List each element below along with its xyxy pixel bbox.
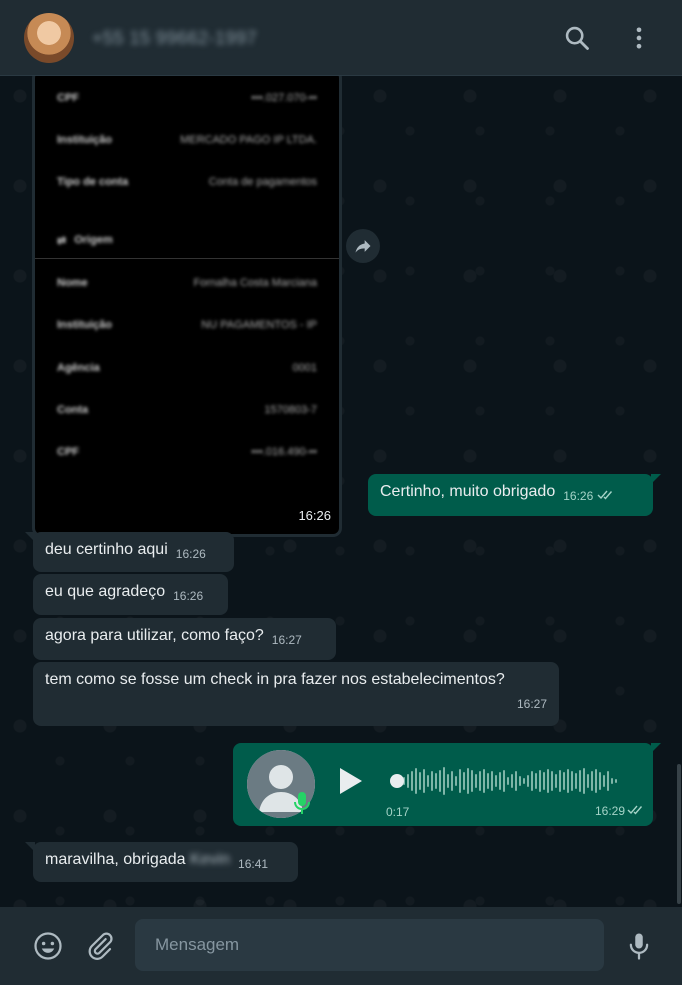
chat-header: +55 15 99662-1997 bbox=[0, 0, 682, 76]
menu-dots-icon[interactable] bbox=[625, 24, 653, 52]
chat-area: CPF •••.027.070-•• Instituição MERCADO PAG… bbox=[0, 76, 682, 907]
message-time: 16:29 bbox=[594, 804, 625, 818]
receipt-row: Instituição MERCADO PAGO IP LTDA. bbox=[57, 134, 317, 146]
blurred-name: Kevin bbox=[189, 851, 231, 868]
message-time: 16:27 bbox=[271, 633, 302, 647]
message-time: 16:26 bbox=[173, 589, 204, 603]
mic-icon[interactable] bbox=[624, 931, 654, 961]
chat-scrollbar[interactable] bbox=[677, 764, 681, 904]
receipt-row: Instituição NU PAGAMENTOS - IP bbox=[57, 319, 317, 331]
contact-name[interactable]: +55 15 99662-1997 bbox=[92, 28, 257, 49]
incoming-message[interactable]: eu que agradeço 16:26 bbox=[33, 574, 228, 615]
receipt-row: Agência 0001 bbox=[57, 362, 317, 374]
incoming-message[interactable]: deu certinho aqui 16:26 bbox=[25, 532, 234, 572]
message-input[interactable] bbox=[135, 919, 604, 971]
message-time: 16:41 bbox=[238, 857, 269, 871]
message-time: 16:26 bbox=[563, 489, 594, 503]
attach-icon[interactable] bbox=[85, 931, 115, 961]
search-icon[interactable] bbox=[563, 24, 591, 52]
contact-avatar[interactable] bbox=[24, 13, 74, 63]
mic-badge-icon bbox=[294, 792, 310, 814]
message-text: eu que agradeço bbox=[45, 583, 166, 600]
voice-waveform[interactable] bbox=[403, 763, 633, 799]
receipt-row: Conta 1570803-7 bbox=[57, 404, 317, 416]
receipt-origin-label: ⇄ Origem bbox=[57, 234, 113, 247]
outgoing-message[interactable]: Certinho, muito obrigado 16:26 bbox=[368, 474, 661, 516]
double-check-icon bbox=[597, 490, 613, 500]
receipt-divider bbox=[35, 258, 339, 259]
message-time: 16:26 bbox=[175, 547, 206, 561]
forward-button[interactable] bbox=[346, 229, 380, 263]
message-text: Certinho, muito obrigado bbox=[380, 483, 556, 500]
receipt-row: CPF •••.027.070-•• bbox=[57, 92, 317, 104]
receipt-image[interactable]: CPF •••.027.070-•• Instituição MERCADO PAG… bbox=[35, 76, 339, 534]
incoming-message[interactable]: tem como se fosse um check in pra fazer … bbox=[33, 662, 559, 726]
message-text: tem como se fosse um check in pra fazer … bbox=[45, 671, 505, 688]
message-text: agora para utilizar, como faço? bbox=[45, 627, 264, 644]
voice-message[interactable]: 0:17 16:29 bbox=[233, 743, 661, 826]
compose-bar bbox=[0, 907, 682, 985]
emoji-icon[interactable] bbox=[33, 931, 63, 961]
incoming-message[interactable]: agora para utilizar, como faço? 16:27 bbox=[33, 618, 336, 660]
receipt-row: CPF •••.016.490-•• bbox=[57, 446, 317, 458]
voice-duration: 0:17 bbox=[386, 805, 410, 819]
receipt-row: Tipo de conta Conta de pagamentos bbox=[57, 176, 317, 188]
incoming-message[interactable]: maravilha, obrigada Kevin 16:41 bbox=[25, 842, 298, 882]
message-time: 16:27 bbox=[516, 697, 547, 711]
receipt-row: Nome Fornalha Costa Marciana bbox=[57, 277, 317, 289]
message-text: maravilha, obrigada bbox=[45, 851, 186, 868]
message-time: 16:26 bbox=[298, 508, 331, 523]
voice-progress-handle[interactable] bbox=[390, 774, 404, 788]
play-icon[interactable] bbox=[337, 765, 365, 797]
message-text: deu certinho aqui bbox=[45, 541, 168, 558]
forward-icon bbox=[355, 240, 371, 253]
double-check-icon bbox=[627, 805, 643, 815]
